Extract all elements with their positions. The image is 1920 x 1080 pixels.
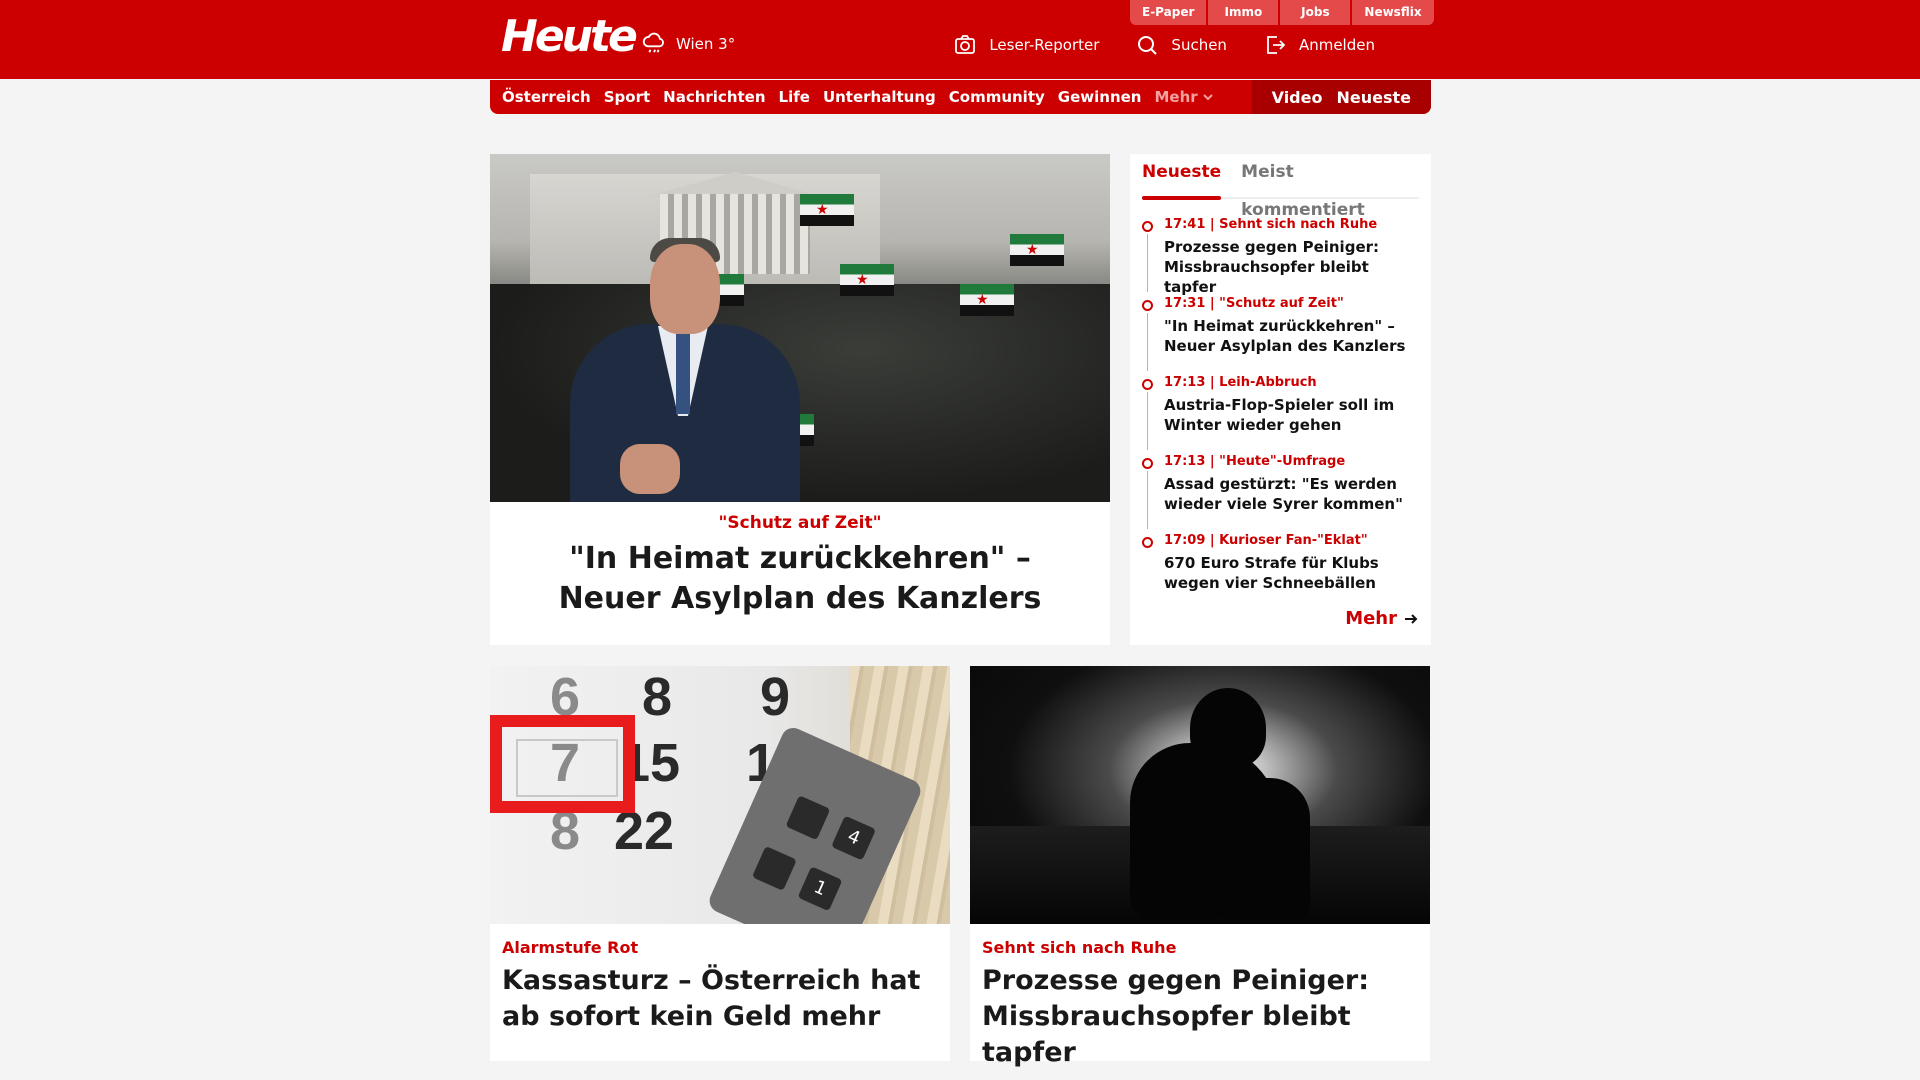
news-meta: 17:13 | "Heute"-Umfrage [1164, 454, 1346, 469]
flag [840, 264, 894, 296]
hero-title[interactable]: "In Heimat zurückkehren" – Neuer Asylpla… [490, 539, 1110, 619]
news-title[interactable]: 670 Euro Strafe für Klubs wegen vier Sch… [1164, 553, 1419, 593]
utility-tabs: E-Paper Immo Jobs Newsflix [1130, 0, 1434, 25]
tie [676, 334, 690, 414]
calc-key: 1 [797, 866, 843, 912]
card-title[interactable]: Prozesse gegen Peiniger: Missbrauchsopfe… [982, 963, 1418, 1071]
sidebar-tabs: Neueste Meist kommentiert [1142, 153, 1419, 220]
nav-more-dropdown[interactable]: Mehr [1154, 88, 1213, 106]
chevron-down-icon [1202, 94, 1213, 101]
nav-item-nachrichten[interactable]: Nachrichten [663, 88, 765, 106]
article-card-kassasturz[interactable]: 6 8 9 7 15 16 8 22 2 4 1 Alarmstu [490, 666, 950, 1061]
search-button[interactable]: Suchen [1135, 33, 1227, 57]
card-kicker: Alarmstufe Rot [502, 938, 639, 957]
list-item[interactable]: 17:41 | Sehnt sich nach Ruhe Prozesse ge… [1142, 217, 1419, 296]
calc-key [785, 795, 831, 841]
util-tab-epaper[interactable]: E-Paper [1130, 0, 1207, 25]
news-meta: 17:41 | Sehnt sich nach Ruhe [1164, 217, 1378, 232]
arrow-right-icon [1405, 613, 1418, 624]
news-meta: 17:13 | Leih-Abbruch [1164, 375, 1317, 390]
login-label: Anmelden [1298, 36, 1375, 54]
news-meta: 17:31 | "Schutz auf Zeit" [1164, 296, 1344, 311]
timeline-dot-icon [1142, 300, 1153, 311]
latest-news-sidebar: Neueste Meist kommentiert 17:41 | Sehnt … [1130, 154, 1431, 645]
main-navigation: Österreich Sport Nachrichten Life Unterh… [490, 80, 1431, 114]
header-actions: Leser-Reporter Suchen Anmelden [953, 33, 1375, 57]
article-card-prozesse[interactable]: Sehnt sich nach Ruhe Prozesse gegen Pein… [970, 666, 1430, 1068]
timeline-dot-icon [1142, 458, 1153, 469]
list-item[interactable]: 17:09 | Kurioser Fan-"Eklat" 670 Euro St… [1142, 533, 1419, 612]
nav-item-life[interactable]: Life [779, 88, 810, 106]
news-timeline: 17:41 | Sehnt sich nach Ruhe Prozesse ge… [1142, 217, 1419, 612]
nav-item-neueste[interactable]: Neueste [1336, 88, 1411, 107]
tab-neueste[interactable]: Neueste [1142, 153, 1222, 200]
rain-cloud-icon [642, 32, 664, 53]
red-highlight-box [490, 715, 635, 813]
head [650, 244, 720, 334]
list-item[interactable]: 17:31 | "Schutz auf Zeit" "In Heimat zur… [1142, 296, 1419, 375]
knees [1220, 778, 1310, 918]
cal-num: 9 [760, 667, 791, 727]
sidebar-more-label: Mehr [1345, 608, 1397, 629]
list-item[interactable]: 17:13 | "Heute"-Umfrage Assad gestürzt: … [1142, 454, 1419, 533]
calc-key [751, 845, 797, 891]
news-title[interactable]: Prozesse gegen Peiniger: Missbrauchsopfe… [1164, 237, 1419, 297]
nav-item-community[interactable]: Community [949, 88, 1045, 106]
silhouette-image[interactable] [970, 666, 1430, 924]
util-tab-newsflix[interactable]: Newsflix [1350, 0, 1434, 25]
nav-more-label: Mehr [1154, 88, 1198, 106]
parliament-pediment [650, 172, 820, 196]
site-logo[interactable]: Heute [501, 12, 638, 62]
nav-item-sport[interactable]: Sport [604, 88, 650, 106]
nav-items: Österreich Sport Nachrichten Life Unterh… [490, 88, 1252, 106]
search-icon [1138, 36, 1158, 55]
calendar-money-image[interactable]: 6 8 9 7 15 16 8 22 2 4 1 [490, 666, 950, 924]
tab-meist-kommentiert[interactable]: Meist kommentiert [1241, 153, 1419, 220]
nav-item-video[interactable]: Video [1272, 88, 1323, 107]
login-button[interactable]: Anmelden [1263, 33, 1375, 57]
login-icon [1267, 36, 1286, 54]
calc-key: 4 [831, 815, 877, 861]
head [1190, 688, 1266, 768]
timeline-line [1147, 313, 1148, 371]
weather-text: Wien 3° [676, 35, 736, 53]
leser-reporter-label: Leser-Reporter [989, 36, 1100, 54]
timeline-dot-icon [1142, 537, 1153, 548]
news-title[interactable]: Austria-Flop-Spieler soll im Winter wied… [1164, 395, 1419, 435]
news-title[interactable]: "In Heimat zurückkehren" – Neuer Asylpla… [1164, 316, 1419, 356]
nav-item-oesterreich[interactable]: Österreich [502, 88, 591, 106]
sidebar-more-link[interactable]: Mehr [1345, 608, 1419, 629]
weather-widget[interactable]: Wien 3° [640, 30, 735, 58]
card-title[interactable]: Kassasturz – Österreich hat ab sofort ke… [502, 963, 938, 1035]
flag [800, 194, 854, 226]
timeline-line [1147, 392, 1148, 450]
flag [1010, 234, 1064, 266]
flag [960, 284, 1014, 316]
sitting-person-silhouette [1110, 688, 1310, 918]
camera-icon [955, 35, 976, 54]
timeline-dot-icon [1142, 379, 1153, 390]
highlight-inner [516, 739, 618, 797]
news-title[interactable]: Assad gestürzt: "Es werden wieder viele … [1164, 474, 1419, 514]
search-label: Suchen [1171, 36, 1227, 54]
cal-num: 8 [642, 667, 673, 727]
card-kicker: Sehnt sich nach Ruhe [982, 938, 1177, 957]
nav-right-group: Video Neueste [1251, 80, 1431, 114]
politician-figure [530, 194, 800, 502]
leser-reporter-button[interactable]: Leser-Reporter [953, 33, 1099, 57]
timeline-dot-icon [1142, 221, 1153, 232]
news-meta: 17:09 | Kurioser Fan-"Eklat" [1164, 533, 1368, 548]
timeline-line [1147, 471, 1148, 529]
nav-item-gewinnen[interactable]: Gewinnen [1058, 88, 1142, 106]
hand [620, 444, 680, 494]
util-tab-immo[interactable]: Immo [1206, 0, 1279, 25]
timeline-line [1147, 234, 1148, 292]
util-tab-jobs[interactable]: Jobs [1278, 0, 1351, 25]
list-item[interactable]: 17:13 | Leih-Abbruch Austria-Flop-Spiele… [1142, 375, 1419, 454]
hero-kicker: "Schutz auf Zeit" [718, 513, 882, 533]
hero-article[interactable]: "Schutz auf Zeit" "In Heimat zurückkehre… [490, 154, 1110, 645]
nav-item-unterhaltung[interactable]: Unterhaltung [823, 88, 936, 106]
hero-image[interactable] [490, 154, 1110, 502]
